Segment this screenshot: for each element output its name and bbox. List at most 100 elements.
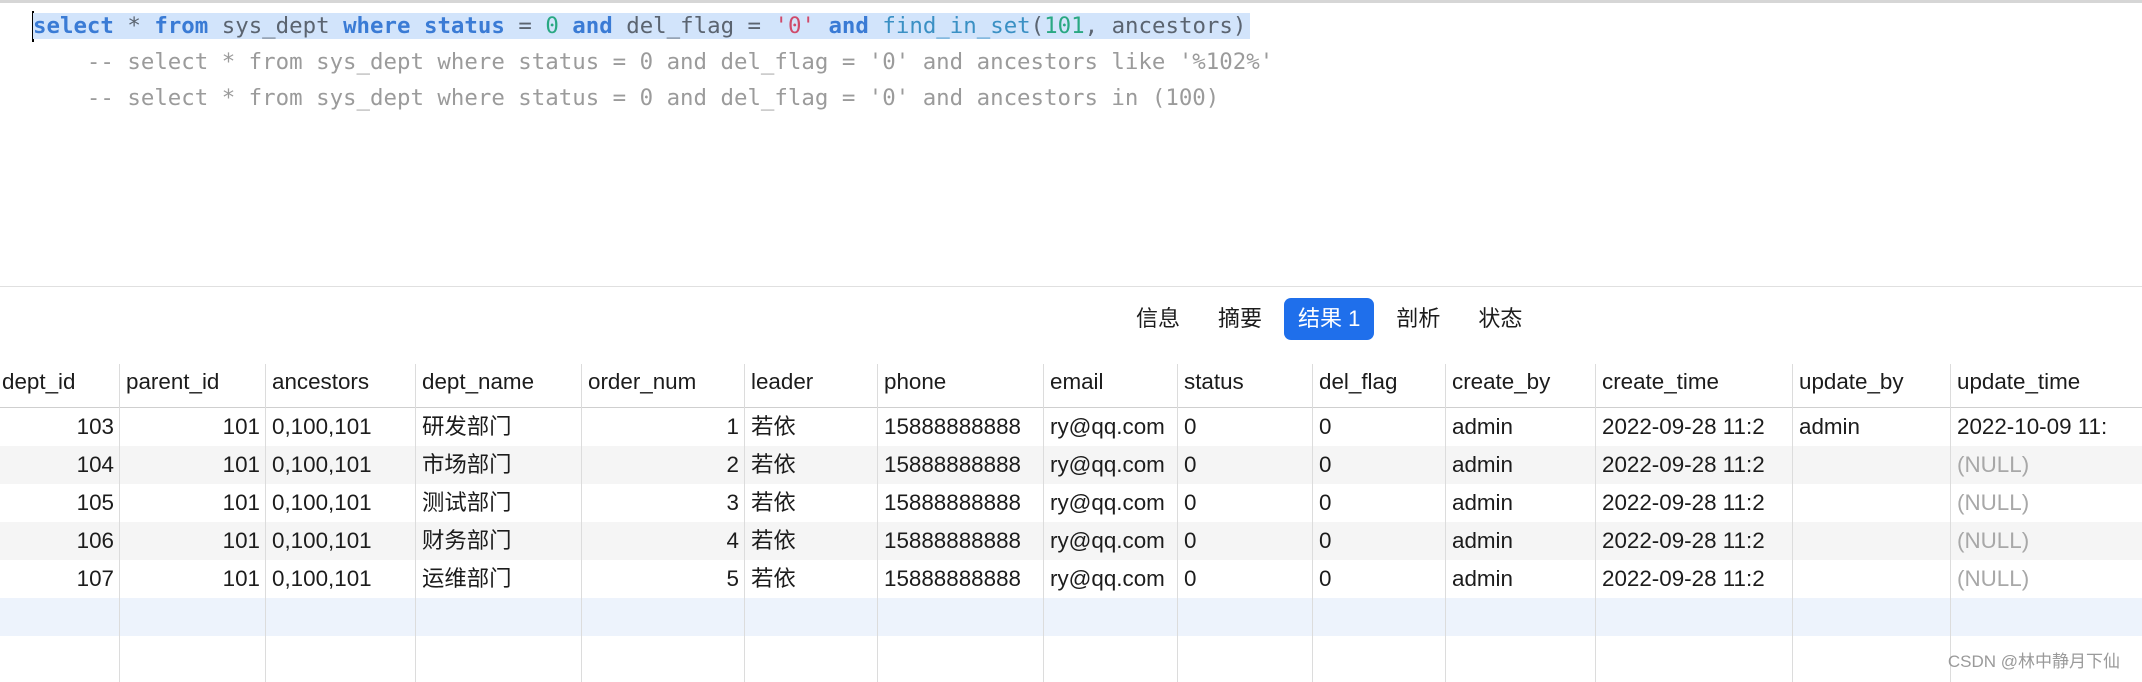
cell-ancestors[interactable]: 0,100,101	[266, 446, 416, 484]
column-header-ancestors[interactable]: ancestors	[266, 356, 416, 407]
column-separator[interactable]	[415, 364, 416, 682]
table-row[interactable]: 104 101 0,100,101 市场部门 2 若依 15888888888 ry@qq.c…	[0, 446, 2142, 484]
cell-del-flag[interactable]: 0	[1313, 522, 1446, 560]
cell-status[interactable]: 0	[1178, 408, 1313, 446]
sql-line-2-comment[interactable]: -- select * from sys_dept where status =…	[33, 45, 1273, 79]
cell-create-by[interactable]: admin	[1446, 522, 1596, 560]
editor-result-divider[interactable]	[0, 286, 2142, 287]
column-separator[interactable]	[1595, 364, 1596, 682]
column-header-dept-id[interactable]: dept_id	[0, 356, 120, 407]
cell-dept-name[interactable]: 测试部门	[416, 484, 582, 522]
cell-phone[interactable]: 15888888888	[878, 446, 1044, 484]
tab-status[interactable]: 状态	[1462, 298, 1538, 340]
cell-create-time[interactable]: 2022-09-28 11:2	[1596, 560, 1793, 598]
cell-del-flag[interactable]: 0	[1313, 484, 1446, 522]
cell-order-num[interactable]: 2	[582, 446, 745, 484]
cell-status[interactable]: 0	[1178, 522, 1313, 560]
sql-line-3-comment[interactable]: -- select * from sys_dept where status =…	[33, 81, 1219, 115]
cell-email[interactable]: ry@qq.com	[1044, 522, 1178, 560]
table-row[interactable]: 106 101 0,100,101 财务部门 4 若依 15888888888 ry@qq.c…	[0, 522, 2142, 560]
column-header-update-by[interactable]: update_by	[1793, 356, 1951, 407]
cell-leader[interactable]: 若依	[745, 484, 878, 522]
table-row[interactable]: 107 101 0,100,101 运维部门 5 若依 15888888888 ry@qq.c…	[0, 560, 2142, 598]
cell-create-by[interactable]: admin	[1446, 484, 1596, 522]
column-separator[interactable]	[1312, 364, 1313, 682]
cell-update-time[interactable]: (NULL)	[1951, 484, 2142, 522]
cell-parent-id[interactable]: 101	[120, 408, 266, 446]
cell-status[interactable]: 0	[1178, 560, 1313, 598]
cell-update-by[interactable]	[1793, 560, 1951, 598]
column-header-email[interactable]: email	[1044, 356, 1178, 407]
cell-leader[interactable]: 若依	[745, 560, 878, 598]
column-header-order-num[interactable]: order_num	[582, 356, 745, 407]
column-separator[interactable]	[265, 364, 266, 682]
table-row[interactable]: 103 101 0,100,101 研发部门 1 若依 15888888888 ry@qq.c…	[0, 408, 2142, 446]
cell-order-num[interactable]: 5	[582, 560, 745, 598]
cell-parent-id[interactable]: 101	[120, 560, 266, 598]
column-separator[interactable]	[1792, 364, 1793, 682]
cell-email[interactable]: ry@qq.com	[1044, 484, 1178, 522]
column-separator[interactable]	[1043, 364, 1044, 682]
cell-status[interactable]: 0	[1178, 446, 1313, 484]
table-row[interactable]: 105 101 0,100,101 测试部门 3 若依 15888888888 ry@qq.c…	[0, 484, 2142, 522]
column-separator[interactable]	[1445, 364, 1446, 682]
cell-create-time[interactable]: 2022-09-28 11:2	[1596, 408, 1793, 446]
column-header-del-flag[interactable]: del_flag	[1313, 356, 1446, 407]
cell-order-num[interactable]: 1	[582, 408, 745, 446]
cell-dept-id[interactable]: 104	[0, 446, 120, 484]
column-header-parent-id[interactable]: parent_id	[120, 356, 266, 407]
column-header-status[interactable]: status	[1178, 356, 1313, 407]
cell-create-by[interactable]: admin	[1446, 408, 1596, 446]
cell-update-time[interactable]: (NULL)	[1951, 560, 2142, 598]
column-separator[interactable]	[744, 364, 745, 682]
cell-ancestors[interactable]: 0,100,101	[266, 484, 416, 522]
cell-parent-id[interactable]: 101	[120, 446, 266, 484]
column-header-create-by[interactable]: create_by	[1446, 356, 1596, 407]
tab-result-1[interactable]: 结果 1	[1284, 298, 1375, 340]
cell-parent-id[interactable]: 101	[120, 522, 266, 560]
column-header-leader[interactable]: leader	[745, 356, 878, 407]
cell-dept-name[interactable]: 财务部门	[416, 522, 582, 560]
cell-del-flag[interactable]: 0	[1313, 446, 1446, 484]
column-separator[interactable]	[1950, 364, 1951, 682]
tab-summary[interactable]: 摘要	[1202, 298, 1278, 340]
cell-order-num[interactable]: 3	[582, 484, 745, 522]
cell-update-by[interactable]	[1793, 484, 1951, 522]
cell-phone[interactable]: 15888888888	[878, 522, 1044, 560]
cell-dept-id[interactable]: 103	[0, 408, 120, 446]
column-separator[interactable]	[1177, 364, 1178, 682]
cell-phone[interactable]: 15888888888	[878, 560, 1044, 598]
column-header-update-time[interactable]: update_time	[1951, 356, 2142, 407]
cell-create-by[interactable]: admin	[1446, 560, 1596, 598]
sql-editor[interactable]: select * from sys_dept where status = 0 …	[0, 3, 2142, 286]
cell-update-by[interactable]	[1793, 446, 1951, 484]
cell-email[interactable]: ry@qq.com	[1044, 560, 1178, 598]
cell-email[interactable]: ry@qq.com	[1044, 446, 1178, 484]
cell-del-flag[interactable]: 0	[1313, 408, 1446, 446]
cell-update-by[interactable]	[1793, 522, 1951, 560]
cell-ancestors[interactable]: 0,100,101	[266, 408, 416, 446]
tab-info[interactable]: 信息	[1120, 298, 1196, 340]
cell-ancestors[interactable]: 0,100,101	[266, 522, 416, 560]
cell-phone[interactable]: 15888888888	[878, 408, 1044, 446]
column-header-phone[interactable]: phone	[878, 356, 1044, 407]
column-separator[interactable]	[877, 364, 878, 682]
cell-leader[interactable]: 若依	[745, 522, 878, 560]
cell-create-time[interactable]: 2022-09-28 11:2	[1596, 522, 1793, 560]
cell-status[interactable]: 0	[1178, 484, 1313, 522]
cell-ancestors[interactable]: 0,100,101	[266, 560, 416, 598]
column-separator[interactable]	[581, 364, 582, 682]
cell-dept-name[interactable]: 研发部门	[416, 408, 582, 446]
cell-update-time[interactable]: (NULL)	[1951, 522, 2142, 560]
new-row-placeholder[interactable]	[0, 598, 2142, 636]
cell-dept-id[interactable]: 105	[0, 484, 120, 522]
cell-update-time[interactable]: 2022-10-09 11:	[1951, 408, 2142, 446]
cell-dept-name[interactable]: 运维部门	[416, 560, 582, 598]
cell-leader[interactable]: 若依	[745, 408, 878, 446]
cell-leader[interactable]: 若依	[745, 446, 878, 484]
cell-create-time[interactable]: 2022-09-28 11:2	[1596, 484, 1793, 522]
cell-dept-name[interactable]: 市场部门	[416, 446, 582, 484]
cell-create-time[interactable]: 2022-09-28 11:2	[1596, 446, 1793, 484]
cell-update-by[interactable]: admin	[1793, 408, 1951, 446]
cell-email[interactable]: ry@qq.com	[1044, 408, 1178, 446]
